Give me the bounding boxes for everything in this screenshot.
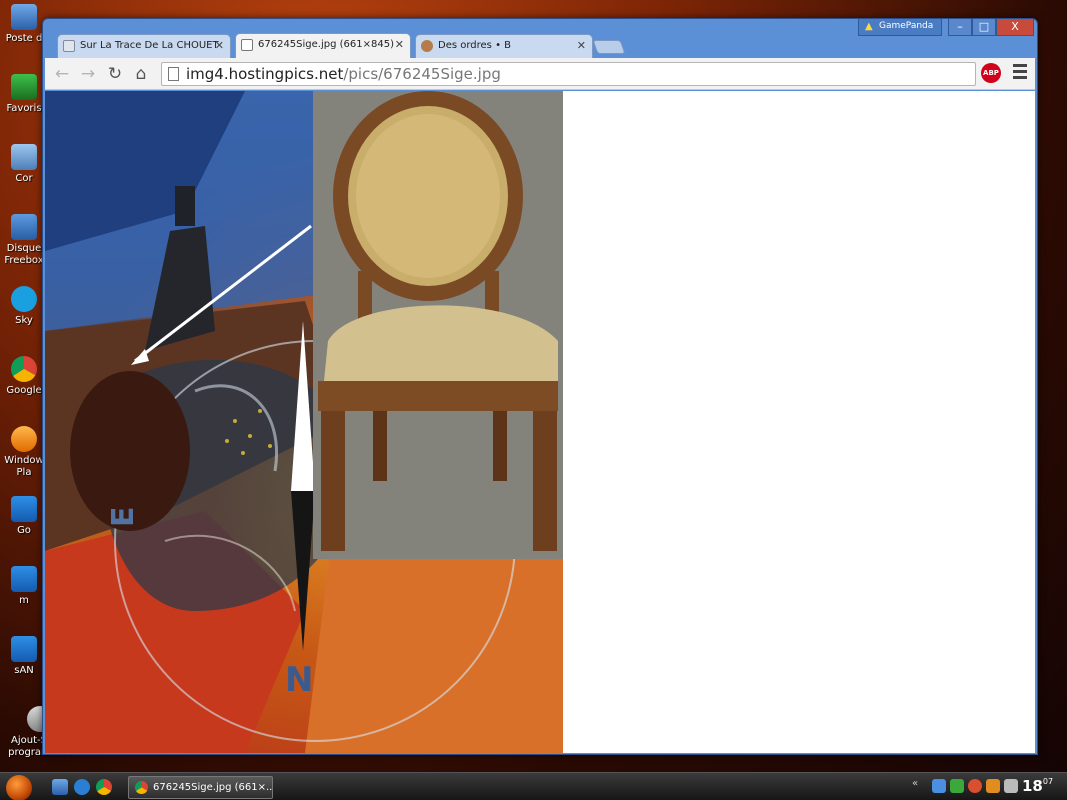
clock-hour: 18 [1022, 777, 1043, 795]
media-player-icon [11, 426, 37, 452]
butterfly-favicon-icon [421, 40, 433, 52]
volume-icon[interactable] [1004, 779, 1018, 793]
browser-window: Sur La Trace De La CHOUET ✕ 676245Sige.j… [42, 18, 1038, 755]
new-tab-button[interactable] [592, 40, 626, 54]
desktop-icon-label: Window Pla [4, 455, 44, 478]
warning-icon: ▲ [865, 21, 873, 32]
close-icon[interactable]: ✕ [577, 39, 586, 52]
reload-button[interactable]: ↻ [104, 63, 126, 85]
desktop-icon-label: Poste d [5, 33, 43, 44]
warning-flag-icon[interactable] [986, 779, 1000, 793]
clock[interactable]: 1807 [1022, 777, 1053, 795]
taskbar-item-browser[interactable]: 676245Sige.jpg (661×... [128, 776, 273, 799]
chrome-icon[interactable] [96, 779, 112, 795]
page-icon [168, 67, 179, 81]
desktop-icon-chrome[interactable]: Google [0, 356, 48, 397]
profile-label: GamePanda [879, 21, 934, 31]
adblock-plus-icon[interactable]: ABP [981, 63, 1001, 83]
back-button[interactable]: ← [51, 63, 73, 85]
tray-expand-icon[interactable]: « [912, 778, 918, 789]
profile-button[interactable]: ▲ GamePanda [858, 19, 942, 36]
chair-photo [318, 91, 558, 551]
address-bar[interactable]: img4.hostingpics.net/pics/676245Sige.jpg… [161, 62, 976, 86]
chrome-icon [11, 356, 37, 382]
forward-button[interactable]: → [77, 63, 99, 85]
tab-label: Sur La Trace De La CHOUET [80, 40, 219, 51]
page-content: N E [45, 91, 1035, 753]
close-icon[interactable]: ✕ [395, 38, 404, 51]
start-button[interactable] [6, 775, 32, 800]
chrome-icon [135, 781, 148, 794]
desktop-icon-label: Cor [15, 173, 33, 184]
title-bar: Sur La Trace De La CHOUET ✕ 676245Sige.j… [43, 19, 1037, 58]
security-icon[interactable] [968, 779, 982, 793]
wifi-icon[interactable] [950, 779, 964, 793]
desktop-icon[interactable] [52, 779, 68, 795]
maximize-button[interactable]: □ [972, 19, 996, 36]
desktop-icon-poste[interactable]: Poste d [0, 4, 48, 45]
internet-explorer-icon[interactable] [74, 779, 90, 795]
svg-text:E: E [106, 507, 141, 528]
url-path: /pics/676245Sige.jpg [343, 65, 501, 83]
desktop-icon-media-player[interactable]: Window Pla [0, 426, 48, 479]
desktop-icon-favoris[interactable]: Favoris [0, 74, 48, 115]
page-favicon-icon [241, 39, 253, 51]
desktop-icon-skype[interactable]: Sky [0, 286, 48, 327]
desktop-icon-label: Sky [15, 315, 33, 326]
desktop-icon-label: Google [6, 385, 42, 396]
owl-favicon-icon [63, 40, 75, 52]
drive-icon [11, 214, 37, 240]
close-icon[interactable]: ✕ [215, 39, 224, 52]
desktop-icon-folder-san[interactable]: sAN [0, 636, 48, 677]
desktop-icon-label: m [19, 595, 29, 606]
tab-chouette[interactable]: Sur La Trace De La CHOUET ✕ [57, 34, 231, 58]
desktop-icon-corbeille[interactable]: Cor [0, 144, 48, 185]
taskbar-item-label: 676245Sige.jpg (661×... [153, 782, 273, 793]
folder-icon [11, 636, 37, 662]
clock-minute: 07 [1042, 777, 1054, 786]
tab-label: Des ordres • B [438, 40, 512, 51]
taskbar: 676245Sige.jpg (661×... « 1807 [0, 772, 1067, 800]
desktop-icon-freebox[interactable]: Disque Freebox [0, 214, 48, 267]
minimize-button[interactable]: – [948, 19, 972, 36]
chair-image [313, 91, 563, 559]
network-icon[interactable] [932, 779, 946, 793]
desktop-icon-folder-go[interactable]: Go [0, 496, 48, 537]
toolbar: ← → ↻ ⌂ img4.hostingpics.net/pics/676245… [45, 58, 1035, 90]
desktop-icon-folder-m[interactable]: m [0, 566, 48, 607]
recycle-bin-icon [11, 144, 37, 170]
skype-icon [11, 286, 37, 312]
desktop-icon-label: Favoris [6, 103, 42, 114]
folder-icon [11, 496, 37, 522]
menu-icon[interactable] [1013, 64, 1027, 82]
desktop-icon-label: sAN [14, 665, 34, 676]
folder-icon [11, 566, 37, 592]
url-text: img4.hostingpics.net/pics/676245Sige.jpg [186, 65, 501, 83]
home-button[interactable]: ⌂ [130, 63, 152, 85]
close-button[interactable]: X [996, 19, 1034, 36]
svg-text:N: N [285, 660, 313, 700]
desktop-icon-label: Disque Freebox [4, 243, 44, 266]
favorites-icon [11, 74, 37, 100]
tab-image[interactable]: 676245Sige.jpg (661×845) ✕ [235, 33, 411, 58]
computer-icon [11, 4, 37, 30]
url-host: img4.hostingpics.net [186, 65, 344, 83]
tab-des-ordres[interactable]: Des ordres • B ✕ [415, 34, 593, 58]
tab-label: 676245Sige.jpg (661×845) [258, 39, 394, 50]
desktop-icon-label: Go [17, 525, 31, 536]
